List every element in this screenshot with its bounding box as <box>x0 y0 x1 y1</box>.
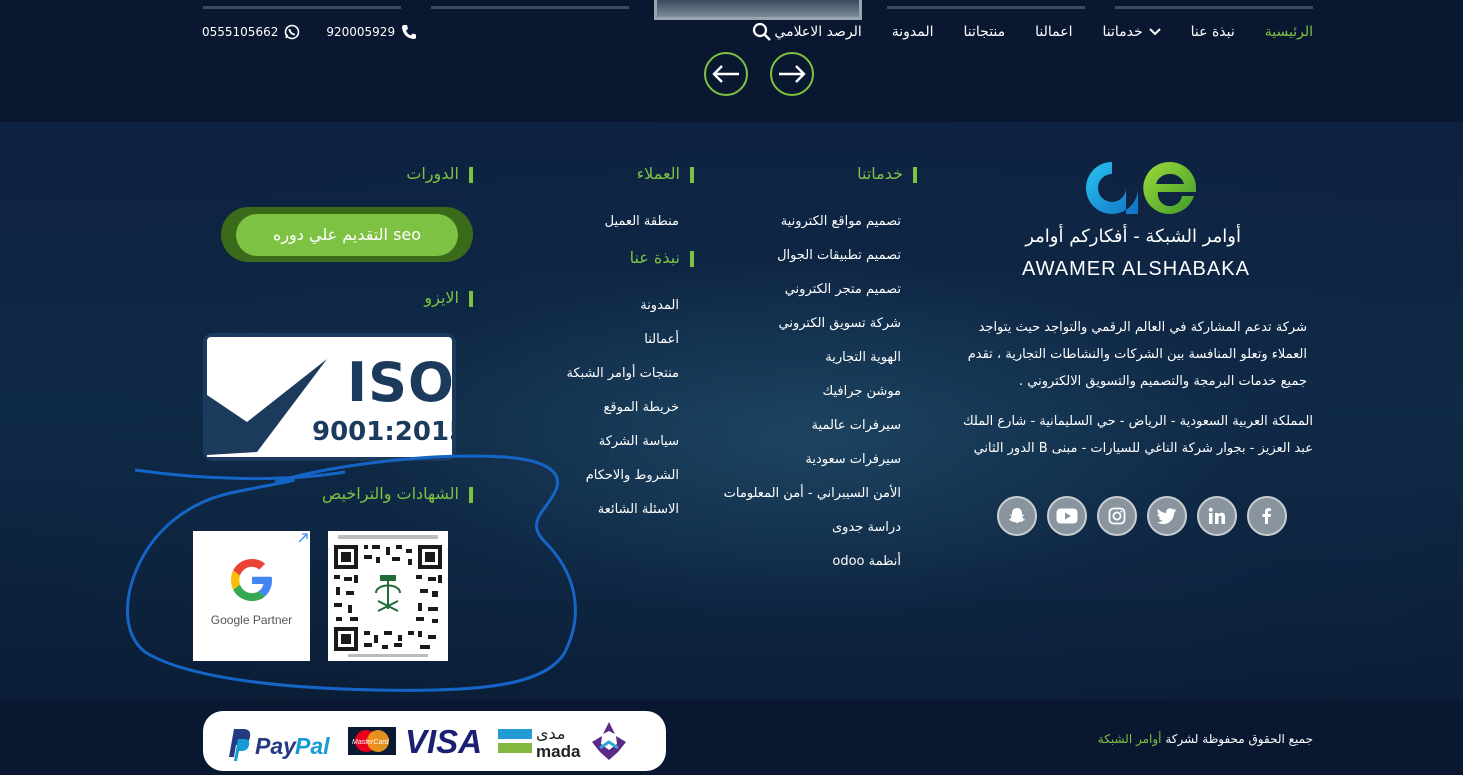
slider-next-button[interactable] <box>770 52 814 96</box>
payment-methods: Pay Pal MasterCard VISA مدى mada <box>203 711 666 771</box>
google-partner-label: Google Partner <box>210 613 293 627</box>
svg-text:VISA: VISA <box>405 723 482 759</box>
services-link[interactable]: الأمن السيبراني - أمن المعلومات <box>724 484 901 518</box>
copyright-brand-link[interactable]: أوامر الشبكة <box>1098 732 1162 746</box>
services-link[interactable]: سيرفرات عالمية <box>724 416 901 450</box>
slider-tab[interactable] <box>1115 6 1313 9</box>
instagram-icon[interactable] <box>1097 496 1137 536</box>
services-link[interactable]: شركة تسويق الكتروني <box>724 314 901 348</box>
external-link-icon <box>298 533 308 543</box>
snapchat-icon[interactable] <box>997 496 1037 536</box>
nav-item-products[interactable]: منتجاتنا <box>964 24 1006 40</box>
certs-title: الشهادات والتراخيص <box>322 484 474 503</box>
qr-code-icon <box>328 531 448 661</box>
address-text: المملكة العربية السعودية - الرياض - حي ا… <box>962 414 1313 456</box>
svg-text:MasterCard: MasterCard <box>352 739 390 746</box>
services-link[interactable]: موشن جرافيك <box>724 382 901 416</box>
nav-item-blog[interactable]: المدونة <box>892 24 934 40</box>
arrow-right-icon <box>779 65 806 83</box>
phone-number[interactable]: 920005929 <box>326 25 395 39</box>
slider-thumbnail[interactable] <box>654 0 862 20</box>
bottom-bar: Pay Pal MasterCard VISA مدى mada جميع ال… <box>0 700 1463 775</box>
about-us-title: نبذة عنا <box>630 248 695 267</box>
mastercard-icon: MasterCard <box>348 727 396 755</box>
iso-title: الايزو <box>424 288 473 307</box>
awamer-logo[interactable] <box>1084 158 1198 218</box>
chevron-down-icon <box>1148 28 1161 36</box>
iso-badge[interactable]: ISO 9001:2015 <box>203 333 456 461</box>
courses-title: الدورات <box>406 164 473 183</box>
about-us-link[interactable]: خريطة الموقع <box>566 398 679 432</box>
services-link[interactable]: أنظمة odoo <box>724 552 901 586</box>
slider-tab[interactable] <box>431 6 629 9</box>
slider-arrows <box>704 52 814 96</box>
about-us-links: المدونة أعمالنا منتجات أوامر الشبكة خريط… <box>566 296 679 534</box>
svg-text:Pal: Pal <box>295 733 330 759</box>
awamer-emblem-icon <box>592 722 626 760</box>
about-us-link[interactable]: الشروط والاحكام <box>566 466 679 500</box>
whatsapp-number[interactable]: 0555105662 <box>202 25 278 39</box>
paypal-icon: Pay Pal <box>229 729 330 761</box>
services-links: تصميم مواقع الكترونية تصميم تطبيقات الجو… <box>724 212 901 586</box>
about-us-link[interactable]: منتجات أوامر الشبكة <box>566 364 679 398</box>
slider-prev-button[interactable] <box>704 52 748 96</box>
main-menu: الرئيسية نبذة عنا خدماتنا اعمالنا منتجات… <box>774 20 1313 44</box>
contact-info: 0555105662 920005929 <box>202 24 417 40</box>
seo-course-button[interactable]: التقديم علي دوره seo <box>221 207 473 262</box>
about-text: شركة تدعم المشاركة في العالم الرقمي والت… <box>967 320 1307 389</box>
iso-standard-text: 9001:2015 <box>312 417 456 447</box>
svg-text:مدى: مدى <box>536 724 566 743</box>
copyright-text: جميع الحقوق محفوظة لشركة أوامر الشبكة <box>1098 732 1313 746</box>
seo-course-label: التقديم علي دوره seo <box>236 213 458 256</box>
about-us-link[interactable]: سياسة الشركة <box>566 432 679 466</box>
svg-text:Pay: Pay <box>255 733 297 759</box>
services-title: خدماتنا <box>857 164 917 183</box>
about-us-link[interactable]: أعمالنا <box>566 330 679 364</box>
facebook-icon[interactable] <box>1247 496 1287 536</box>
whatsapp-icon <box>285 24 300 40</box>
about-us-link[interactable]: المدونة <box>566 296 679 330</box>
visa-icon: VISA <box>405 723 482 759</box>
linkedin-icon[interactable] <box>1197 496 1237 536</box>
google-partner-badge[interactable]: Google Partner <box>193 531 310 661</box>
iso-text: ISO <box>347 351 455 414</box>
nav-item-media[interactable]: الرصد الاعلامي <box>774 24 861 40</box>
copyright-label: جميع الحقوق محفوظة لشركة <box>1165 732 1313 746</box>
services-link[interactable]: تصميم تطبيقات الجوال <box>724 246 901 280</box>
nav-item-works[interactable]: اعمالنا <box>1035 24 1072 40</box>
site-footer: أوامر الشبكة - أفكاركم أوامر AWAMER ALSH… <box>0 122 1463 700</box>
twitter-icon[interactable] <box>1147 496 1187 536</box>
clients-links: منطقة العميل <box>605 212 679 246</box>
youtube-icon[interactable] <box>1047 496 1087 536</box>
mada-icon: مدى mada <box>498 724 581 761</box>
clients-title: العملاء <box>637 164 695 183</box>
social-links <box>997 496 1287 536</box>
iso-badge-panel: ISO 9001:2015 <box>207 337 456 457</box>
about-us-link[interactable]: الاسئلة الشائعة <box>566 500 679 534</box>
top-navigation: الرئيسية نبذة عنا خدماتنا اعمالنا منتجات… <box>0 0 1463 122</box>
nav-item-about[interactable]: نبذة عنا <box>1191 24 1235 40</box>
nav-item-services[interactable]: خدماتنا <box>1103 24 1161 40</box>
arrow-left-icon <box>712 65 739 83</box>
services-link[interactable]: الهوية التجارية <box>724 348 901 382</box>
nav-item-home[interactable]: الرئيسية <box>1265 24 1313 40</box>
slider-tab[interactable] <box>203 6 401 9</box>
brand-name-english: AWAMER ALSHABAKA <box>1022 258 1250 280</box>
brand-name-arabic: أوامر الشبكة - أفكاركم أوامر <box>1025 226 1241 247</box>
license-qr-code[interactable] <box>328 531 448 661</box>
services-link[interactable]: سيرفرات سعودية <box>724 450 901 484</box>
search-icon[interactable] <box>752 22 772 42</box>
services-link[interactable]: تصميم مواقع الكترونية <box>724 212 901 246</box>
services-link[interactable]: دراسة جدوى <box>724 518 901 552</box>
slider-tab[interactable] <box>887 6 1085 9</box>
svg-text:mada: mada <box>536 742 581 761</box>
phone-icon <box>402 25 417 39</box>
services-link[interactable]: تصميم متجر الكتروني <box>724 280 901 314</box>
google-g-icon <box>231 559 272 601</box>
clients-link[interactable]: منطقة العميل <box>605 212 679 246</box>
top-slider-strip <box>0 0 1463 20</box>
